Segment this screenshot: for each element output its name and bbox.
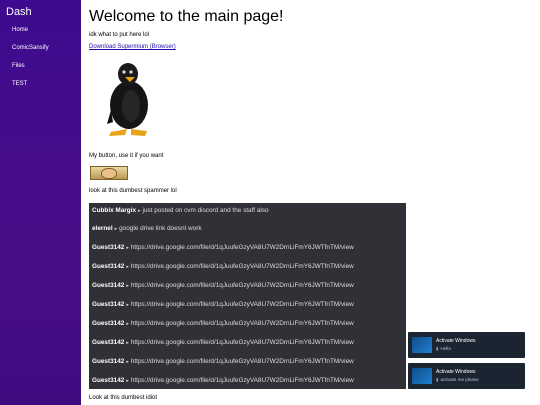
chat-message: elernel ▸ google drive link doesnt work [92, 223, 202, 235]
page-title: Welcome to the main page! [89, 8, 284, 25]
nav-item-test[interactable]: TEST [12, 81, 27, 87]
chat-text: just posted on cvm discord and the staff… [142, 207, 269, 214]
chat-text: https://drive.google.com/file/d/1qJuufeG… [130, 320, 354, 327]
footer-caption: Look at this dumbest idiot [89, 395, 158, 401]
chat-username: Guest3142 [92, 358, 125, 365]
chevron-right-icon: ▸ [126, 359, 129, 365]
intro-text: idk what to put here lol [89, 32, 150, 38]
chat-text: https://drive.google.com/file/d/1qJuufeG… [130, 339, 354, 346]
toast-text: Hello [440, 346, 451, 351]
brand-title[interactable]: Dash [6, 6, 32, 18]
chat-username: Guest3142 [92, 263, 125, 270]
penguin-image [107, 63, 148, 136]
message-icon: ▮ [436, 346, 439, 351]
toast-title: Activate Windows [436, 338, 476, 344]
chat-message: Guest3142 ▸ https://drive.google.com/file/… [92, 299, 354, 311]
chevron-right-icon: ▸ [126, 378, 129, 384]
chevron-right-icon: ▸ [126, 245, 129, 251]
chat-text: https://drive.google.com/file/d/1qJuufeG… [130, 377, 354, 384]
chat-text: https://drive.google.com/file/d/1qJuufeG… [130, 358, 354, 365]
chat-message: Guest3142 ▸ https://drive.google.com/file/… [92, 337, 354, 349]
chat-message: Cubbix Margix ▸ just posted on cvm discord… [92, 205, 269, 217]
button-caption: My button, use it if you want [89, 153, 164, 159]
chat-message: Guest3142 ▸ https://drive.google.com/file/… [92, 261, 354, 273]
nav-item-comicsansify[interactable]: ComicSansify [12, 45, 49, 51]
activate-windows-toast: Activate Windows ▮ activate me please [408, 363, 525, 389]
chat-username: Guest3142 [92, 282, 125, 289]
chevron-right-icon: ▸ [126, 302, 129, 308]
chat-message: Guest3142 ▸ https://drive.google.com/file/… [92, 242, 354, 254]
chat-username: Guest3142 [92, 377, 125, 384]
nav-item-files[interactable]: Files [12, 63, 25, 69]
chat-text: https://drive.google.com/file/d/1qJuufeG… [130, 244, 354, 251]
chat-username: Guest3142 [92, 339, 125, 346]
chat-username: Guest3142 [92, 244, 125, 251]
chevron-right-icon: ▸ [114, 226, 118, 232]
chat-message: Guest3142 ▸ https://drive.google.com/file/… [92, 356, 354, 368]
windows-thumbnail-icon [412, 337, 432, 353]
chat-username: Guest3142 [92, 301, 125, 308]
chat-message: Guest3142 ▸ https://drive.google.com/file/… [92, 318, 354, 330]
toast-title: Activate Windows [436, 369, 476, 375]
chat-username: Cubbix Margix [92, 207, 137, 214]
message-icon: ▮ [436, 377, 439, 382]
sidebar: Dash Home ComicSansify Files TEST [0, 0, 81, 405]
chevron-right-icon: ▸ [126, 321, 129, 327]
toast-text: activate me please [440, 377, 479, 382]
face-icon [101, 168, 117, 179]
chat-username: Guest3142 [92, 320, 125, 327]
chat-message: Guest3142 ▸ https://drive.google.com/file/… [92, 280, 354, 292]
chat-screenshot: Cubbix Margix ▸ just posted on cvm discord… [89, 203, 406, 389]
chat-text: google drive link doesnt work [119, 225, 202, 232]
chat-text: https://drive.google.com/file/d/1qJuufeG… [130, 301, 354, 308]
chevron-right-icon: ▸ [138, 208, 141, 214]
activate-windows-toast: Activate Windows ▮ Hello [408, 332, 525, 358]
windows-thumbnail-icon [412, 368, 432, 384]
chevron-right-icon: ▸ [126, 283, 129, 289]
nav-item-home[interactable]: Home [12, 27, 28, 33]
download-supermium-link[interactable]: Download Supermium (Browser) [89, 44, 176, 50]
chat-text: https://drive.google.com/file/d/1qJuufeG… [130, 282, 354, 289]
chat-message: Guest3142 ▸ https://drive.google.com/file/… [92, 375, 354, 387]
spammer-caption: look at this dumbest spammer lol [89, 188, 177, 194]
chat-text: https://drive.google.com/file/d/1qJuufeG… [130, 263, 354, 270]
my-button[interactable] [90, 166, 128, 180]
chat-username: elernel [92, 225, 113, 232]
chevron-right-icon: ▸ [126, 264, 129, 270]
chevron-right-icon: ▸ [126, 340, 129, 346]
